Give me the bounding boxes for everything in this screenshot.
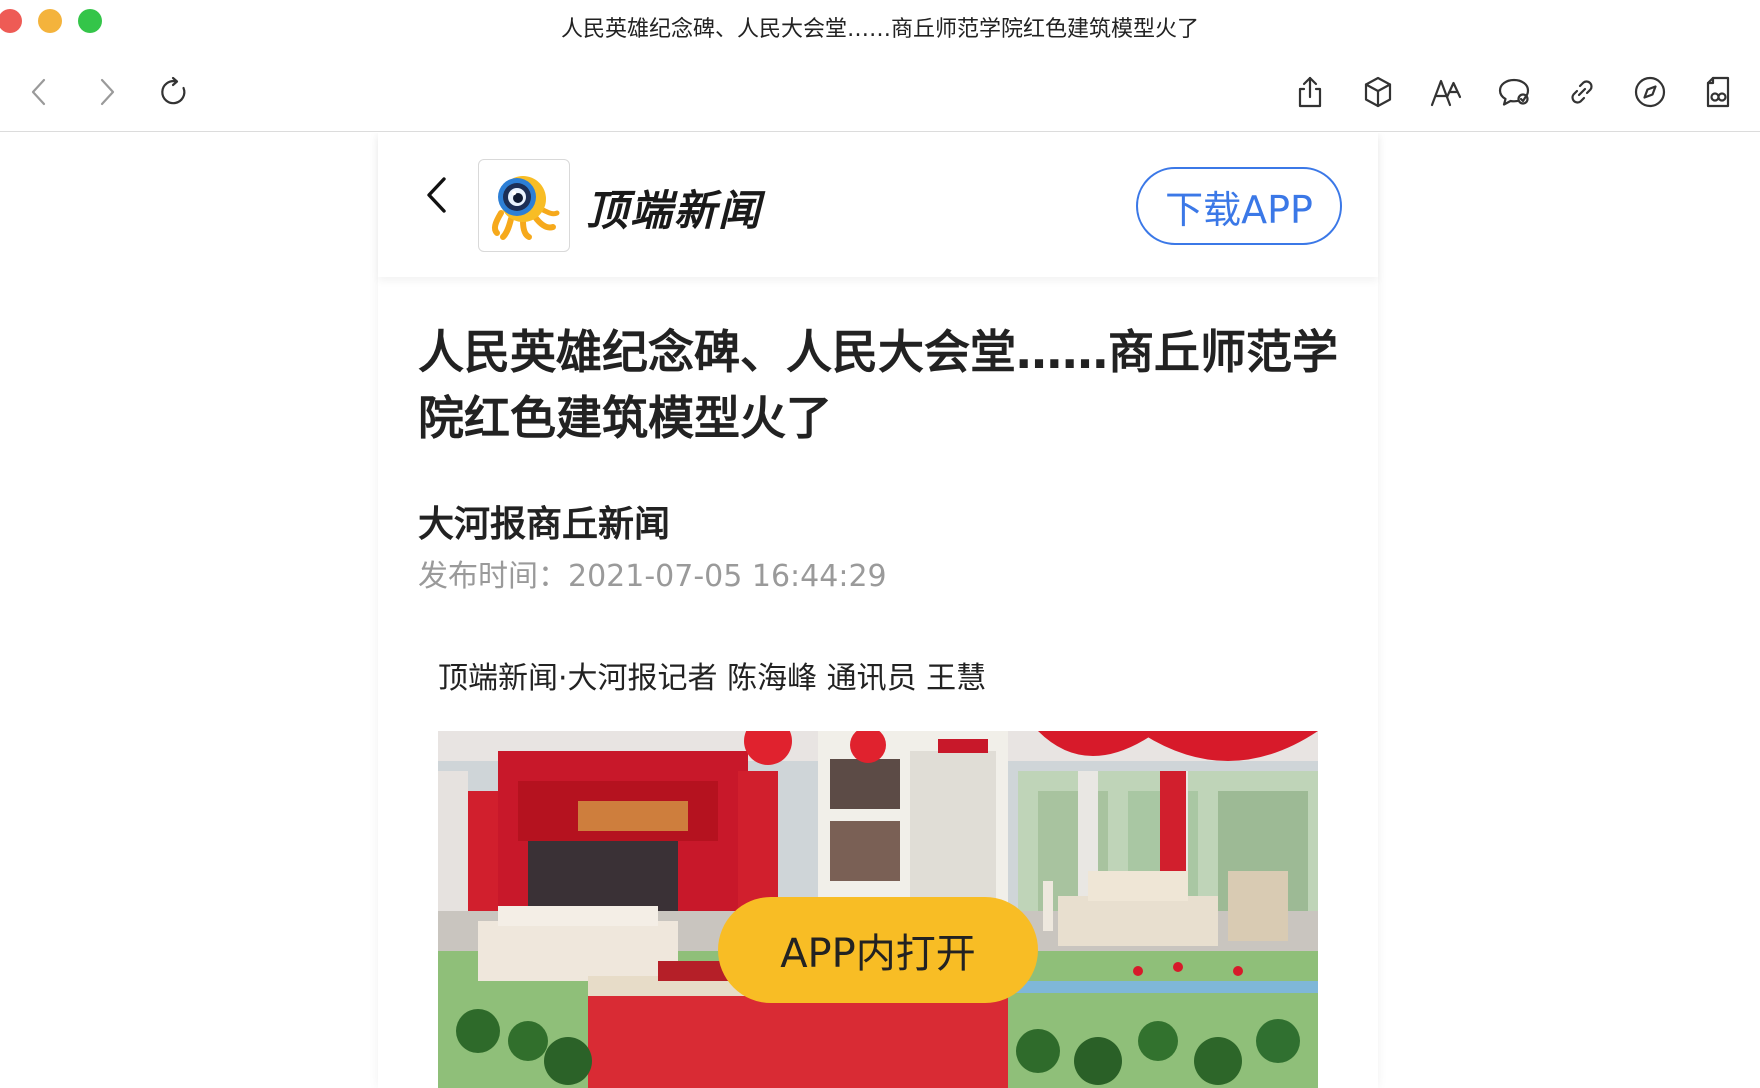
reader-icon[interactable]	[1696, 70, 1740, 114]
article-source: 大河报商丘新闻	[418, 504, 671, 545]
publish-time: 发布时间：2021-07-05 16:44:29	[418, 551, 887, 595]
forward-icon[interactable]	[84, 70, 128, 114]
title-bar: 人民英雄纪念碑、人民大会堂……商丘师范学院红色建筑模型火了	[0, 0, 1760, 50]
brand-name: 顶端新闻	[586, 186, 763, 235]
page-viewport[interactable]: 顶端新闻 下载APP 人民英雄纪念碑、人民大会堂……商丘师范学院红色建筑模型火了…	[0, 133, 1760, 1088]
app-header: 顶端新闻 下载APP	[378, 133, 1378, 277]
chat-bubble-icon[interactable]	[1492, 70, 1536, 114]
download-app-button[interactable]: 下载APP	[1136, 167, 1342, 245]
text-size-icon[interactable]	[1424, 70, 1468, 114]
window-title: 人民英雄纪念碑、人民大会堂……商丘师范学院红色建筑模型火了	[560, 17, 1199, 42]
compass-icon[interactable]	[1628, 70, 1672, 114]
app-logo	[478, 159, 570, 252]
back-arrow-icon[interactable]	[416, 169, 456, 221]
back-icon[interactable]	[18, 70, 62, 114]
octopus-logo-icon	[491, 175, 560, 240]
cube-icon[interactable]	[1356, 70, 1400, 114]
publish-time-value: 2021-07-05 16:44:29	[568, 559, 887, 594]
link-icon[interactable]	[1560, 70, 1604, 114]
publish-time-label: 发布时间：	[418, 559, 568, 594]
open-in-app-button[interactable]: APP内打开	[718, 897, 1038, 1003]
article-column: 顶端新闻 下载APP 人民英雄纪念碑、人民大会堂……商丘师范学院红色建筑模型火了…	[378, 133, 1378, 1088]
article-title: 人民英雄纪念碑、人民大会堂……商丘师范学院红色建筑模型火了	[418, 325, 1338, 445]
share-icon[interactable]	[1288, 70, 1332, 114]
reload-icon[interactable]	[152, 70, 196, 114]
browser-toolbar	[0, 56, 1760, 132]
article-byline: 顶端新闻·大河报记者 陈海峰 通讯员 王慧	[438, 661, 987, 696]
